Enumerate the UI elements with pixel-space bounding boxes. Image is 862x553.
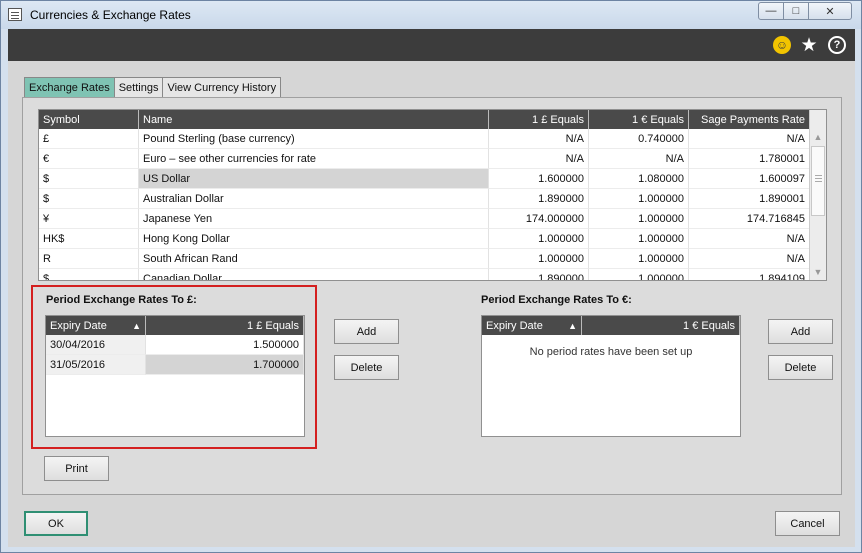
table-cell: 0.740000 bbox=[589, 129, 689, 149]
scroll-thumb[interactable] bbox=[811, 146, 825, 216]
table-row[interactable]: $ US Dollar 1.600000 1.080000 1.600097 bbox=[39, 169, 826, 189]
table-cell: HK$ bbox=[39, 229, 139, 249]
add-eur-rate-button[interactable]: Add bbox=[768, 319, 833, 344]
header-strip: ☺ ★ ? bbox=[8, 29, 855, 61]
column-header-symbol[interactable]: Symbol bbox=[39, 110, 139, 129]
table-cell: 1.000000 bbox=[589, 209, 689, 229]
scroll-down-icon[interactable]: ▼ bbox=[810, 264, 826, 280]
scroll-up-icon[interactable]: ▲ bbox=[810, 129, 826, 145]
currencies-window: Currencies & Exchange Rates — □ ✕ ☺ ★ ? … bbox=[0, 0, 862, 553]
dialog-body: Exchange Rates Settings View Currency Hi… bbox=[8, 61, 855, 547]
tab-settings[interactable]: Settings bbox=[113, 77, 164, 97]
column-header-eur[interactable]: 1 € Equals bbox=[589, 110, 689, 129]
table-cell: 1.894109 bbox=[689, 269, 810, 280]
table-cell: 1.780001 bbox=[689, 149, 810, 169]
table-cell: R bbox=[39, 249, 139, 269]
no-period-rates-message: No period rates have been set up bbox=[529, 346, 693, 358]
period-eur-header: Expiry Date ▲ 1 € Equals bbox=[482, 316, 740, 335]
print-button[interactable]: Print bbox=[44, 456, 109, 481]
table-cell: 1.000000 bbox=[589, 269, 689, 280]
star-icon[interactable]: ★ bbox=[800, 35, 818, 56]
app-icon bbox=[8, 8, 22, 21]
table-cell: N/A bbox=[489, 129, 589, 149]
column-header-name[interactable]: Name bbox=[139, 110, 489, 129]
table-cell: N/A bbox=[689, 229, 810, 249]
help-icon[interactable]: ? bbox=[828, 36, 846, 54]
close-button[interactable]: ✕ bbox=[808, 2, 852, 20]
cancel-button[interactable]: Cancel bbox=[775, 511, 840, 536]
grid-header: Symbol Name 1 £ Equals 1 € Equals Sage P… bbox=[39, 110, 826, 129]
highlight-box bbox=[31, 285, 317, 449]
table-cell: 1.000000 bbox=[489, 229, 589, 249]
table-cell: South African Rand bbox=[139, 249, 489, 269]
table-row[interactable]: R South African Rand 1.000000 1.000000 N/A bbox=[39, 249, 826, 269]
delete-eur-rate-button[interactable]: Delete bbox=[768, 355, 833, 380]
tab-view-currency-history[interactable]: View Currency History bbox=[162, 77, 282, 97]
table-cell: £ bbox=[39, 129, 139, 149]
column-header-expiry-date-eur[interactable]: Expiry Date ▲ bbox=[482, 316, 582, 335]
table-cell: 1.000000 bbox=[589, 189, 689, 209]
table-cell: $ bbox=[39, 169, 139, 189]
delete-gbp-rate-button[interactable]: Delete bbox=[334, 355, 399, 380]
table-cell: N/A bbox=[489, 149, 589, 169]
table-row[interactable]: $ Canadian Dollar 1.890000 1.000000 1.894109 bbox=[39, 269, 826, 280]
table-cell: Hong Kong Dollar bbox=[139, 229, 489, 249]
table-cell: 1.890000 bbox=[489, 189, 589, 209]
tab-exchange-rates[interactable]: Exchange Rates bbox=[24, 77, 115, 97]
table-cell: $ bbox=[39, 189, 139, 209]
table-cell: 1.000000 bbox=[589, 229, 689, 249]
table-row[interactable]: ¥ Japanese Yen 174.000000 1.000000 174.71684… bbox=[39, 209, 826, 229]
table-cell: 1.890000 bbox=[489, 269, 589, 280]
table-row[interactable]: € Euro – see other currencies for rate N/A… bbox=[39, 149, 826, 169]
table-cell: $ bbox=[39, 269, 139, 280]
table-row[interactable]: HK$ Hong Kong Dollar 1.000000 1.000000 N/A bbox=[39, 229, 826, 249]
period-eur-title: Period Exchange Rates To €: bbox=[481, 294, 632, 306]
period-eur-grid[interactable]: Expiry Date ▲ 1 € Equals No period rates… bbox=[481, 315, 741, 437]
table-cell: 1.600097 bbox=[689, 169, 810, 189]
table-cell: 174.716845 bbox=[689, 209, 810, 229]
table-cell: 1.000000 bbox=[489, 249, 589, 269]
table-cell: 1.080000 bbox=[589, 169, 689, 189]
maximize-button[interactable]: □ bbox=[783, 2, 809, 20]
table-cell: 1.600000 bbox=[489, 169, 589, 189]
table-cell: Euro – see other currencies for rate bbox=[139, 149, 489, 169]
table-cell: US Dollar bbox=[139, 169, 489, 189]
table-cell: 174.000000 bbox=[489, 209, 589, 229]
table-cell: Australian Dollar bbox=[139, 189, 489, 209]
table-cell: N/A bbox=[689, 129, 810, 149]
table-cell: ¥ bbox=[39, 209, 139, 229]
window-title: Currencies & Exchange Rates bbox=[30, 8, 191, 22]
table-cell: € bbox=[39, 149, 139, 169]
title-bar: Currencies & Exchange Rates — □ ✕ bbox=[1, 1, 861, 29]
column-header-eur-equals[interactable]: 1 € Equals bbox=[582, 316, 740, 335]
smiley-icon[interactable]: ☺ bbox=[773, 36, 791, 54]
add-gbp-rate-button[interactable]: Add bbox=[334, 319, 399, 344]
table-cell: N/A bbox=[689, 249, 810, 269]
grid-body: £ Pound Sterling (base currency) N/A 0.7400… bbox=[39, 129, 826, 280]
table-cell: 1.890001 bbox=[689, 189, 810, 209]
table-row[interactable]: $ Australian Dollar 1.890000 1.000000 1.8900… bbox=[39, 189, 826, 209]
column-header-gbp[interactable]: 1 £ Equals bbox=[489, 110, 589, 129]
tab-bar: Exchange Rates Settings View Currency Hi… bbox=[24, 77, 282, 97]
currency-grid[interactable]: Symbol Name 1 £ Equals 1 € Equals Sage P… bbox=[38, 109, 827, 281]
table-cell: 1.000000 bbox=[589, 249, 689, 269]
grid-scrollbar[interactable]: ▲ ▼ bbox=[809, 110, 826, 280]
column-header-sage-rate[interactable]: Sage Payments Rate bbox=[689, 110, 810, 129]
table-cell: N/A bbox=[589, 149, 689, 169]
ok-button[interactable]: OK bbox=[24, 511, 88, 536]
minimize-button[interactable]: — bbox=[758, 2, 784, 20]
table-cell: Japanese Yen bbox=[139, 209, 489, 229]
table-cell: Canadian Dollar bbox=[139, 269, 489, 280]
table-row[interactable]: £ Pound Sterling (base currency) N/A 0.7400… bbox=[39, 129, 826, 149]
table-cell: Pound Sterling (base currency) bbox=[139, 129, 489, 149]
sort-asc-icon: ▲ bbox=[568, 320, 577, 331]
